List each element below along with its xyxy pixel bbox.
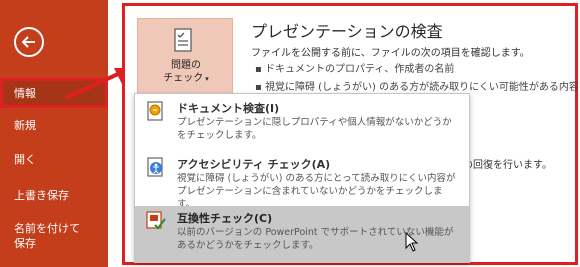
partially-hidden-text: の回復を行います。	[463, 160, 552, 171]
menu-item-document-inspector[interactable]: ドキュメント検査(I) プレゼンテーションに隠しプロパティや個人情報がないかどう…	[135, 96, 469, 150]
back-button[interactable]	[14, 27, 44, 57]
check-issues-icon	[174, 28, 192, 52]
section-description: ファイルを公開する前に、ファイルの次の項目を確認します。	[251, 48, 530, 59]
sidebar-item-save[interactable]: 上書き保存	[0, 188, 108, 203]
menu-item-description: プレゼンテーションに隠しプロパティや個人情報がないかどうかをチェックします。	[177, 117, 452, 141]
bullet-item: ▪ 視覚に障碍 (しょうがい) のある方が読み取りにくい可能性がある内容	[255, 82, 579, 93]
check-issues-button[interactable]: 問題の チェック ▾	[137, 18, 233, 96]
tile-label-line2: チェック	[163, 73, 204, 84]
sidebar-item-save-as[interactable]: 名前を付けて 保存	[0, 221, 108, 251]
check-issues-label: 問題の チェック ▾	[138, 59, 234, 86]
sidebar-item-label: 開く	[14, 153, 36, 166]
menu-item-title: ドキュメント検査(I)	[177, 102, 280, 115]
tile-label-line1: 問題の	[171, 60, 201, 71]
section-title: プレゼンテーションの検査	[251, 22, 443, 41]
menu-item-title: 互換性チェック(C)	[177, 212, 273, 225]
check-issues-dropdown: ドキュメント検査(I) プレゼンテーションに隠しプロパティや個人情報がないかどう…	[134, 93, 470, 263]
menu-item-accessibility-check[interactable]: アクセシビリティ チェック(A) 視覚に障碍 (しょうがい) のある方にとって読…	[135, 152, 469, 210]
sidebar-item-open[interactable]: 開く	[0, 152, 108, 167]
document-inspect-icon	[147, 101, 163, 121]
compatibility-icon	[146, 211, 166, 230]
sidebar-item-label: 上書き保存	[14, 189, 69, 202]
accessibility-icon	[147, 157, 163, 177]
mouse-cursor-icon	[405, 232, 419, 252]
sidebar-item-new[interactable]: 新規	[0, 118, 108, 133]
sidebar-item-label: 情報	[14, 86, 36, 100]
bullet-item: ▪ ドキュメントのプロパティ、作成者の名前	[255, 64, 455, 75]
menu-item-title: アクセシビリティ チェック(A)	[177, 158, 331, 171]
sidebar-item-label: 名前を付けて 保存	[14, 222, 80, 250]
back-arrow-icon	[21, 36, 35, 48]
backstage-sidebar: 情報 新規 開く 上書き保存 名前を付けて 保存	[0, 0, 108, 267]
sidebar-item-label: 新規	[14, 119, 36, 132]
chevron-down-icon: ▾	[205, 75, 209, 83]
menu-item-compatibility-check[interactable]: 互換性チェック(C) 以前のバージョンの PowerPoint でサポートされて…	[135, 206, 469, 262]
